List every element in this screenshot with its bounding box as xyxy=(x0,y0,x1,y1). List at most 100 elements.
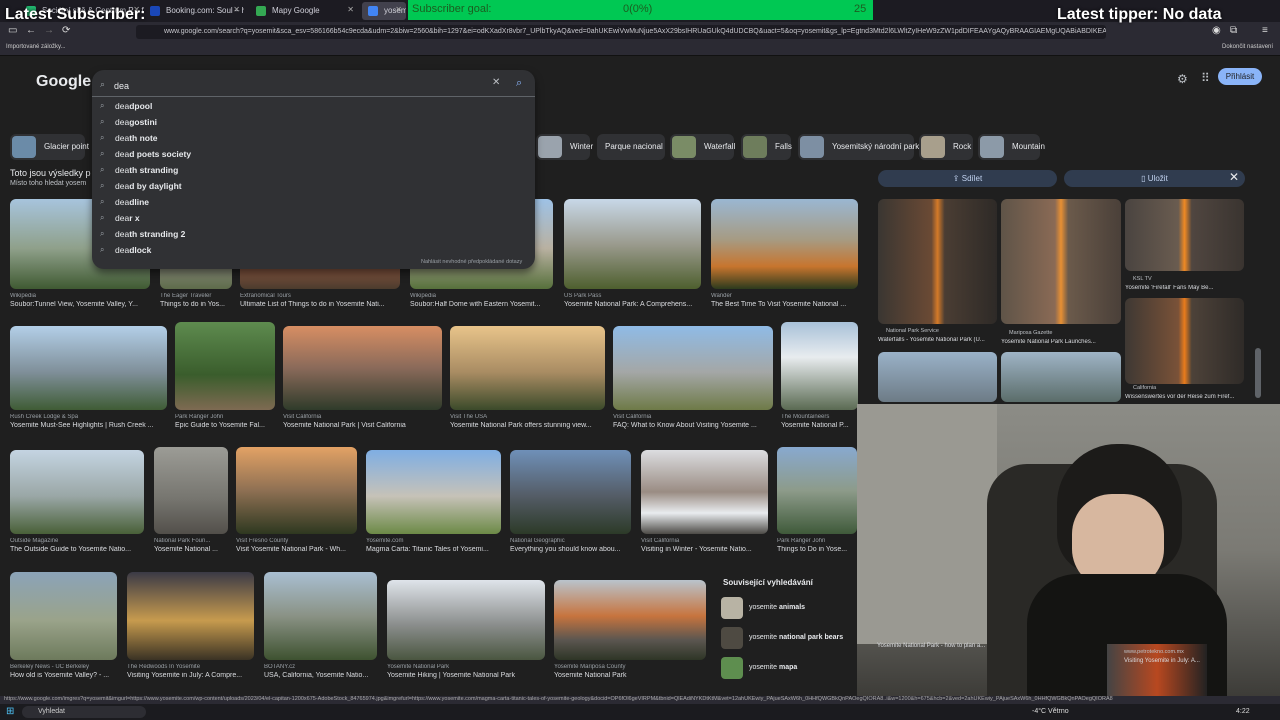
image-thumbnail[interactable] xyxy=(777,447,857,534)
image-result[interactable]: Visit California Yosemite National Park |… xyxy=(283,326,442,432)
share-button[interactable]: ⇪ Sdílet xyxy=(878,170,1057,187)
bookmark-imported[interactable]: Importované záložky... xyxy=(6,44,66,50)
bookmark-finish-setup[interactable]: Dokončit nastavení xyxy=(1222,44,1273,50)
suggestion-item[interactable]: ⌕ deadpool xyxy=(100,101,152,117)
image-caption[interactable]: Yosemite National Park xyxy=(554,672,712,679)
filter-chip[interactable]: Rock xyxy=(919,134,973,160)
suggestion-item[interactable]: ⌕ dead poets society xyxy=(100,149,191,165)
related-item[interactable]: yosemite animals xyxy=(721,597,853,621)
report-link[interactable]: Nahlásit nevhodné předpokládané dotazy xyxy=(421,259,522,265)
close-tab-icon[interactable]: ✕ xyxy=(233,5,240,14)
weather[interactable]: -4°C Větrno xyxy=(1032,708,1069,715)
taskbar-search[interactable]: Vyhledat xyxy=(22,706,146,718)
related-item[interactable]: yosemite mapa xyxy=(721,657,853,681)
image-result[interactable]: US Park Pass Yosemite National Park: A Co… xyxy=(564,199,701,311)
extensions-icon[interactable]: ⧉ xyxy=(1230,25,1237,36)
notice-line2[interactable]: Místo toho hledat yosem xyxy=(10,180,91,187)
suggestion-item[interactable]: ⌕ deagostini xyxy=(100,117,157,133)
image-result[interactable]: Wander The Best Time To Visit Yosemite Na… xyxy=(711,199,858,311)
image-thumbnail[interactable] xyxy=(366,450,501,534)
image-result[interactable]: Yosemite Mariposa County Yosemite Nationa… xyxy=(554,580,706,682)
panel-caption[interactable]: Wissenswertes vor der Reise zum Firef... xyxy=(1125,394,1245,400)
image-thumbnail[interactable] xyxy=(10,572,117,660)
image-thumbnail[interactable] xyxy=(127,572,254,660)
suggestion-item[interactable]: ⌕ death note xyxy=(100,133,158,149)
signin-button[interactable]: Přihlásit xyxy=(1218,68,1262,85)
image-caption[interactable]: Soubor:Half Dome with Eastern Yosemit... xyxy=(410,301,559,308)
image-result[interactable]: Berkeley News - UC Berkeley How old is Yo… xyxy=(10,572,117,682)
image-caption[interactable]: Things to do in Yos... xyxy=(160,301,238,308)
panel-caption[interactable]: Waterfalls - Yosemite National Park (U..… xyxy=(878,337,998,343)
image-thumbnail[interactable] xyxy=(154,447,228,534)
image-caption[interactable]: Yosemite Must-See Highlights | Rush Cree… xyxy=(10,422,173,429)
image-thumbnail[interactable] xyxy=(264,572,377,660)
close-panel-icon[interactable]: ✕ xyxy=(1229,170,1239,184)
image-result[interactable]: Outside Magazine The Outside Guide to Yos… xyxy=(10,450,144,556)
image-caption[interactable]: Visiting Yosemite in July: A Compre... xyxy=(127,672,260,679)
image-thumbnail[interactable] xyxy=(510,450,631,534)
image-result[interactable]: Visit California FAQ: What to Know About … xyxy=(613,326,773,432)
image-caption[interactable]: Ultimate List of Things to do in Yosemit… xyxy=(240,301,406,308)
image-thumbnail[interactable] xyxy=(283,326,442,410)
image-caption[interactable]: Yosemite Hiking | Yosemite National Park xyxy=(387,672,551,679)
panel-caption[interactable]: Visiting Yosemite in July: A... xyxy=(1124,658,1200,664)
panel-image[interactable] xyxy=(1001,352,1121,402)
image-thumbnail[interactable] xyxy=(613,326,773,410)
tab[interactable]: yosemit – H✕ xyxy=(362,2,406,20)
suggestion-item[interactable]: ⌕ death stranding 2 xyxy=(100,229,185,245)
panel-image[interactable] xyxy=(878,199,997,324)
image-result[interactable]: Rush Creek Lodge & Spa Yosemite Must-See … xyxy=(10,326,167,432)
image-thumbnail[interactable] xyxy=(175,322,275,410)
image-result[interactable]: National Geographic Everything you should… xyxy=(510,450,631,556)
panel-image[interactable] xyxy=(1001,199,1121,324)
image-caption[interactable]: Yosemite National Park: A Comprehens... xyxy=(564,301,707,308)
clock[interactable]: 4:22 xyxy=(1236,708,1250,715)
panel-image[interactable] xyxy=(1125,199,1244,271)
image-result[interactable]: Yosemite National Park Yosemite Hiking | … xyxy=(387,580,545,682)
filter-chip[interactable]: Yosemitský národní park xyxy=(798,134,919,160)
settings-icon[interactable]: ⚙ xyxy=(1177,72,1188,86)
image-caption[interactable]: USA, California, Yosemite Natio... xyxy=(264,672,383,679)
close-tab-icon[interactable]: ✕ xyxy=(347,5,354,14)
panel-caption[interactable]: Yosemite 'Firefall' Fans May Be... xyxy=(1125,285,1245,291)
image-caption[interactable]: Yosemite National Park offers stunning v… xyxy=(450,422,611,429)
image-result[interactable]: Yosemite.com Magma Carta: Titanic Tales o… xyxy=(366,450,501,556)
start-icon[interactable]: ⊞ xyxy=(6,706,14,717)
search-submit-icon[interactable]: ⌕ xyxy=(516,77,522,90)
image-caption[interactable]: The Outside Guide to Yosemite Natio... xyxy=(10,546,150,553)
image-result[interactable]: BOTANY.cz USA, California, Yosemite Natio… xyxy=(264,572,377,682)
panel-image[interactable] xyxy=(878,352,997,402)
image-result[interactable]: The Mountaineers Yosemite National P... xyxy=(781,322,858,432)
reload-icon[interactable]: ⟳ xyxy=(62,25,70,36)
filter-chip[interactable]: Glacier point xyxy=(10,134,89,160)
image-result[interactable]: The Redwoods In Yosemite Visiting Yosemit… xyxy=(127,572,254,682)
suggestion-item[interactable]: ⌕ death stranding xyxy=(100,165,178,181)
image-caption[interactable]: How old is Yosemite Valley? - ... xyxy=(10,672,123,679)
image-caption[interactable]: Visit Yosemite National Park - Wh... xyxy=(236,546,363,553)
panel-caption[interactable]: Yosemite National Park Launches... xyxy=(1001,339,1121,345)
filter-chip[interactable]: Mountain xyxy=(978,134,1045,160)
image-caption[interactable]: Yosemite National Park | Visit Californi… xyxy=(283,422,448,429)
image-result[interactable]: Visit California Visiting in Winter - Yos… xyxy=(641,450,768,556)
filter-chip[interactable]: Falls xyxy=(741,134,792,160)
image-thumbnail[interactable] xyxy=(450,326,605,410)
panel-caption[interactable]: Yosemite National Park - how to plan a..… xyxy=(877,643,985,649)
image-caption[interactable]: FAQ: What to Know About Visiting Yosemit… xyxy=(613,422,779,429)
image-result[interactable]: Visit The USA Yosemite National Park offe… xyxy=(450,326,605,432)
image-caption[interactable]: Soubor:Tunnel View, Yosemite Valley, Y..… xyxy=(10,301,156,308)
image-thumbnail[interactable] xyxy=(387,580,545,660)
suggestion-item[interactable]: ⌕ deadline xyxy=(100,197,149,213)
image-thumbnail[interactable] xyxy=(781,322,858,410)
apps-grid-icon[interactable]: ⠿ xyxy=(1201,71,1210,85)
menu-icon[interactable]: ≡ xyxy=(1262,25,1268,36)
image-thumbnail[interactable] xyxy=(641,450,768,534)
image-thumbnail[interactable] xyxy=(10,326,167,410)
image-caption[interactable]: Magma Carta: Titanic Tales of Yosemi... xyxy=(366,546,507,553)
image-thumbnail[interactable] xyxy=(554,580,706,660)
image-caption[interactable]: Epic Guide to Yosemite Fal... xyxy=(175,422,281,429)
image-caption[interactable]: Yosemite National P... xyxy=(781,422,864,429)
search-input[interactable] xyxy=(114,78,474,94)
close-tab-icon[interactable]: ✕ xyxy=(395,5,402,14)
back-icon[interactable]: ← xyxy=(26,25,36,36)
image-caption[interactable]: Visiting in Winter - Yosemite Natio... xyxy=(641,546,774,553)
